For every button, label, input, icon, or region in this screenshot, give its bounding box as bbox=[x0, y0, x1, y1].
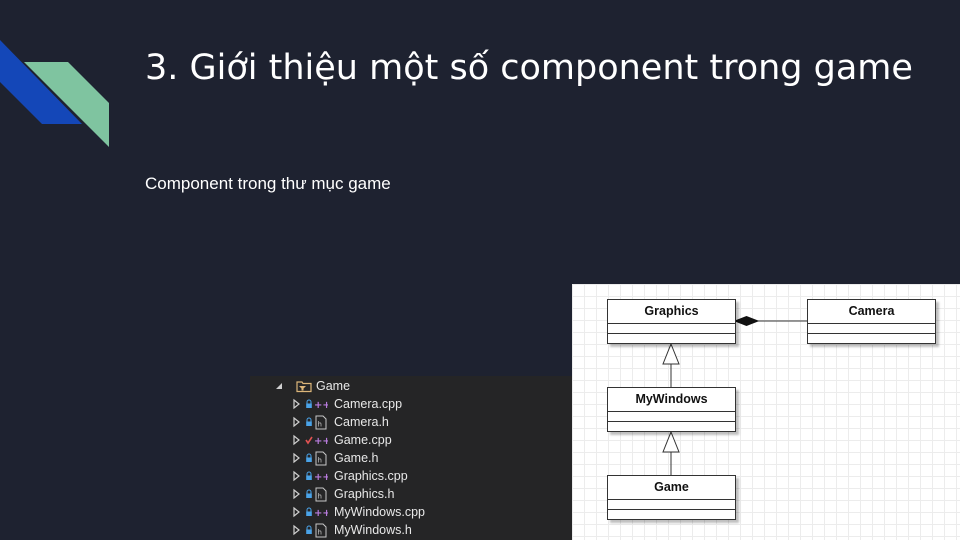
uml-class-mywindows[interactable]: MyWindows bbox=[607, 387, 736, 432]
lock-icon bbox=[306, 525, 312, 534]
header-file-icon: h bbox=[315, 451, 327, 466]
tree-item-file[interactable]: ++ Game.cpp bbox=[250, 431, 574, 449]
uml-class-name: MyWindows bbox=[635, 392, 708, 406]
uml-class-camera[interactable]: Camera bbox=[807, 299, 936, 344]
lock-icon bbox=[306, 417, 312, 426]
cpp-file-icon: ++ bbox=[314, 508, 328, 519]
uml-class-name: Game bbox=[654, 480, 689, 494]
inheritance-triangle-icon bbox=[662, 342, 680, 365]
collapsed-arrow-icon[interactable] bbox=[292, 485, 302, 503]
tree-item-label: Camera.cpp bbox=[334, 397, 403, 411]
collapsed-arrow-icon[interactable] bbox=[292, 395, 302, 413]
tree-item-project-game[interactable]: Game bbox=[250, 377, 574, 395]
lock-icon bbox=[306, 453, 312, 462]
cpp-file-icon: ++ bbox=[314, 436, 328, 447]
solution-explorer-panel: Game ++ Camera.cpp h Camera.h ++ Game.cpp h Gam… bbox=[250, 376, 574, 540]
collapsed-arrow-icon[interactable] bbox=[292, 521, 302, 539]
tree-item-file[interactable]: h Graphics.h bbox=[250, 485, 574, 503]
collapsed-arrow-icon[interactable] bbox=[292, 431, 302, 449]
tree-item-file[interactable]: h Camera.h bbox=[250, 413, 574, 431]
header-file-icon: h bbox=[315, 523, 327, 538]
tree-item-file[interactable]: ++ Camera.cpp bbox=[250, 395, 574, 413]
slide-subtitle: Component trong thư mục game bbox=[145, 174, 391, 193]
tree-item-file[interactable]: h MyWindows.h bbox=[250, 521, 574, 539]
cpp-file-icon: ++ bbox=[314, 472, 328, 483]
header-file-icon: h bbox=[315, 415, 327, 430]
tree-item-label: Graphics.h bbox=[334, 487, 395, 501]
tree-item-file[interactable]: ++ MyWindows.cpp bbox=[250, 503, 574, 521]
uml-divider bbox=[808, 323, 935, 324]
uml-class-name: Camera bbox=[848, 304, 895, 318]
collapsed-arrow-icon[interactable] bbox=[292, 467, 302, 485]
uml-divider bbox=[608, 333, 735, 334]
folder-filter-icon bbox=[296, 381, 312, 393]
uml-divider bbox=[608, 509, 735, 510]
svg-text:++: ++ bbox=[314, 508, 328, 519]
tree-item-label: Graphics.cpp bbox=[334, 469, 408, 483]
composition-diamond-icon bbox=[733, 315, 760, 327]
lock-icon bbox=[306, 489, 312, 498]
checked-out-icon bbox=[305, 436, 313, 445]
uml-divider bbox=[608, 421, 735, 422]
svg-text:++: ++ bbox=[314, 400, 328, 411]
svg-text:h: h bbox=[318, 493, 322, 501]
svg-text:++: ++ bbox=[314, 472, 328, 483]
tree-item-label: MyWindows.cpp bbox=[334, 505, 425, 519]
uml-divider bbox=[608, 323, 735, 324]
svg-text:++: ++ bbox=[314, 436, 328, 447]
collapsed-arrow-icon[interactable] bbox=[292, 503, 302, 521]
lock-icon bbox=[306, 399, 312, 408]
svg-text:h: h bbox=[318, 421, 322, 429]
tree-item-label: Game bbox=[316, 379, 351, 393]
collapsed-arrow-icon[interactable] bbox=[292, 413, 302, 431]
uml-class-game[interactable]: Game bbox=[607, 475, 736, 520]
uml-divider bbox=[608, 411, 735, 412]
lock-icon bbox=[306, 471, 312, 480]
inheritance-triangle-icon bbox=[662, 430, 680, 453]
header-file-icon: h bbox=[315, 487, 327, 502]
slide-title: 3. Giới thiệu một số component trong gam… bbox=[145, 48, 913, 88]
cpp-file-icon: ++ bbox=[314, 400, 328, 411]
uml-divider bbox=[608, 499, 735, 500]
tree-item-label: MyWindows.h bbox=[334, 523, 412, 537]
tree-item-label: Camera.h bbox=[334, 415, 389, 429]
uml-class-name: Graphics bbox=[644, 304, 699, 318]
uml-divider bbox=[808, 333, 935, 334]
collapsed-arrow-icon[interactable] bbox=[292, 449, 302, 467]
tree-item-label: Game.cpp bbox=[334, 433, 392, 447]
corner-decoration bbox=[0, 40, 109, 147]
tree-item-label: Game.h bbox=[334, 451, 379, 465]
uml-class-diagram: Graphics Camera MyWindows Game bbox=[572, 284, 960, 540]
expanded-arrow-icon[interactable] bbox=[275, 377, 285, 395]
tree-item-file[interactable]: ++ Graphics.cpp bbox=[250, 467, 574, 485]
svg-text:h: h bbox=[318, 457, 322, 465]
svg-text:h: h bbox=[318, 529, 322, 537]
lock-icon bbox=[306, 507, 312, 516]
uml-class-graphics[interactable]: Graphics bbox=[607, 299, 736, 344]
tree-item-file[interactable]: h Game.h bbox=[250, 449, 574, 467]
